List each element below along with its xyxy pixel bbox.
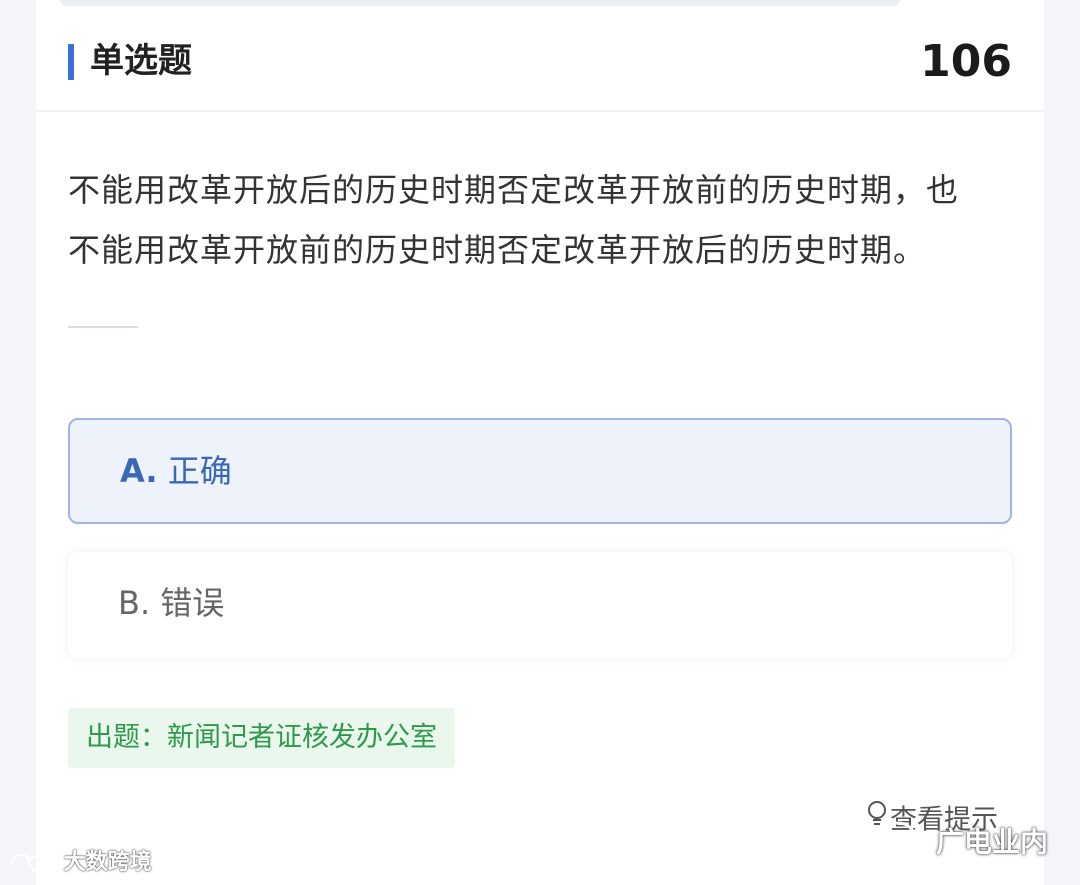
- question-source-badge: 出题：新闻记者证核发办公室: [68, 708, 455, 768]
- weibo-logo-icon: [8, 850, 64, 875]
- option-a-label: A. 正确: [120, 448, 232, 494]
- question-text: 不能用改革开放后的历史时期否定改革开放前的历史时期，也 不能用改革开放前的历史时…: [68, 160, 1018, 280]
- divider: [68, 326, 138, 328]
- option-a-button[interactable]: A. 正确: [68, 418, 1012, 524]
- wechat-logo-icon: [878, 818, 930, 869]
- watermark-left-text: 大数跨境: [63, 850, 152, 875]
- watermark-right-text: 广电业内: [936, 825, 1049, 859]
- header-accent-bar: [68, 44, 74, 80]
- question-number: 106: [920, 36, 1012, 87]
- question-header: 单选题 106: [36, 20, 1044, 112]
- watermark-left: 大数跨境: [8, 848, 152, 878]
- option-b-letter: B.: [118, 584, 151, 622]
- question-line-1: 不能用改革开放后的历史时期否定改革开放前的历史时期，也: [68, 171, 960, 209]
- question-line-2: 不能用改革开放前的历史时期否定改革开放后的历史时期。: [68, 231, 927, 269]
- option-a-letter: A.: [120, 452, 158, 490]
- option-a-text: 正确: [167, 452, 232, 490]
- option-b-text: 错误: [160, 584, 225, 622]
- option-b-button[interactable]: B. 错误: [68, 552, 1012, 658]
- watermark-right: 广电业内: [878, 818, 1048, 869]
- previous-card-edge: [60, 0, 900, 6]
- question-type-title: 单选题: [90, 41, 192, 81]
- option-b-label: B. 错误: [118, 580, 224, 626]
